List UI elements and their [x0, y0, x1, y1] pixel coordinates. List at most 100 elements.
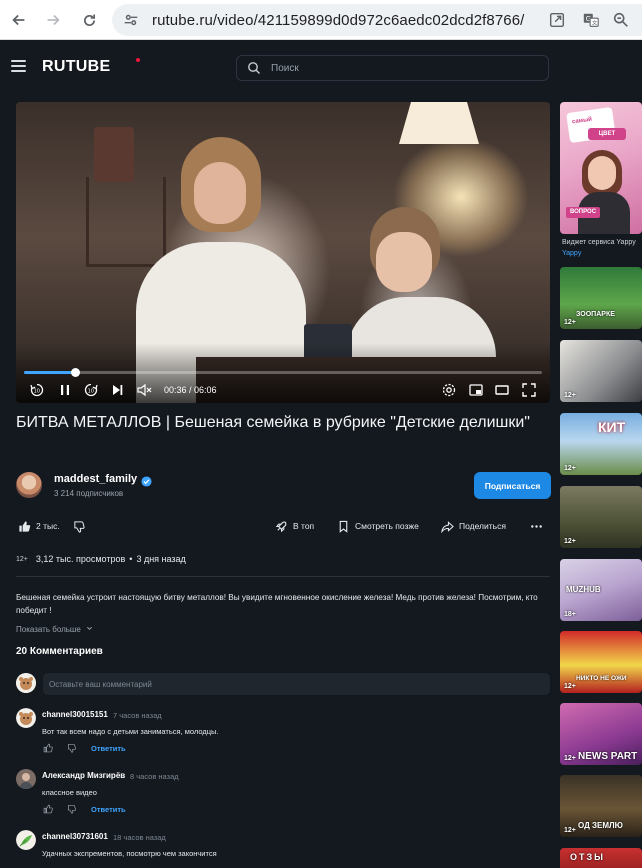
comment-author[interactable]: channel30731601: [42, 832, 108, 841]
video-thumbnail[interactable]: ОТЗЫ: [560, 848, 642, 868]
search-icon[interactable]: [247, 61, 261, 75]
zoom-icon[interactable]: [612, 11, 630, 29]
age-badge: 12+: [564, 827, 576, 834]
rewind-10-icon[interactable]: 10: [29, 382, 45, 398]
more-options-button[interactable]: [530, 518, 548, 534]
comment-avatar[interactable]: [16, 830, 36, 850]
comment-text: Удачных экспрементов, посмотрю чем закон…: [42, 849, 217, 858]
comment-text: классное видео: [42, 788, 97, 797]
video-thumbnail[interactable]: 12+: [560, 340, 642, 402]
comment-actions: Ответить: [43, 743, 126, 753]
chevron-down-icon: [87, 626, 93, 631]
current-user-avatar: [16, 673, 36, 693]
ad-thumbnail[interactable]: самый ЦВЕТ ВОПРОС: [560, 102, 642, 234]
watch-later-button[interactable]: Смотреть позже: [337, 518, 419, 534]
fullscreen-icon[interactable]: [521, 382, 537, 398]
mute-icon[interactable]: [136, 382, 152, 398]
view-count: 3,12 тыс. просмотров: [35, 554, 126, 564]
video-thumbnail[interactable]: 12+: [560, 486, 642, 548]
comment-time: 18 часов назад: [113, 833, 166, 842]
more-dots-icon: [531, 524, 542, 528]
video-meta: 12+ 3,12 тыс. просмотров • 3 дня назад: [16, 552, 186, 566]
share-icon: [441, 520, 454, 533]
open-in-app-icon[interactable]: [548, 11, 566, 29]
bookmark-icon: [339, 520, 348, 533]
comment-time: 7 часов назад: [113, 711, 162, 720]
like-button[interactable]: 2 тыс.: [18, 518, 60, 534]
rutube-logo[interactable]: RUTUBE: [42, 58, 110, 76]
ad-overlay-badge: ЦВЕТ: [588, 128, 626, 140]
video-thumbnail[interactable]: НИКТО НЕ ОЖИ 12+: [560, 631, 642, 693]
next-icon[interactable]: [109, 382, 125, 398]
video-thumbnail[interactable]: ОД ЗЕМЛЮ 12+: [560, 775, 642, 837]
comment-input[interactable]: [43, 673, 550, 695]
site-settings-icon[interactable]: [122, 11, 140, 29]
comment-text: Вот так всем надо с детьми заниматься, м…: [42, 727, 219, 736]
ad-title[interactable]: Виджет сервиса Yappy: [562, 239, 636, 246]
comment-avatar[interactable]: [16, 708, 36, 728]
recommendations-rail: самый ЦВЕТ ВОПРОС Виджет сервиса Yappy Y…: [560, 102, 642, 868]
forward-10-icon[interactable]: 10: [83, 382, 99, 398]
like-count: 2 тыс.: [36, 521, 60, 531]
svg-text:文: 文: [592, 19, 598, 27]
address-bar[interactable]: rutube.ru/video/421159899d0d972c6aedc02d…: [112, 4, 642, 36]
boy-face-shape: [376, 232, 432, 292]
reply-button[interactable]: Ответить: [91, 805, 126, 814]
comment-avatar[interactable]: [16, 769, 36, 789]
reply-button[interactable]: Ответить: [91, 744, 126, 753]
video-thumbnail[interactable]: ЗООПАРКЕ 12+: [560, 267, 642, 329]
video-thumbnail[interactable]: КИТ 12+: [560, 413, 642, 475]
shelf-shape: [94, 127, 134, 182]
video-description: Бешеная семейка устроит настоящую битву …: [16, 593, 538, 615]
age-badge: 12+: [564, 683, 576, 690]
menu-icon[interactable]: [11, 60, 26, 72]
channel-name[interactable]: maddest_family: [54, 473, 137, 485]
show-more-link[interactable]: Показать больше: [16, 625, 93, 634]
age-badge: 12+: [564, 538, 576, 545]
back-icon[interactable]: [8, 9, 30, 31]
pause-icon[interactable]: [57, 382, 73, 398]
channel-avatar[interactable]: [16, 472, 42, 498]
subscribe-button[interactable]: Подписаться: [474, 472, 551, 499]
site-header: RUTUBE: [0, 40, 642, 92]
progress-knob[interactable]: [70, 368, 80, 377]
thumbs-down-icon[interactable]: [67, 804, 77, 814]
thumbnail-caption: MUZHUB: [566, 585, 601, 594]
svg-text:10: 10: [34, 389, 40, 395]
comment-time: 8 часов назад: [130, 772, 179, 781]
to-top-label: В топ: [293, 521, 315, 531]
forward-icon[interactable]: [42, 9, 64, 31]
woman-face-shape: [194, 162, 246, 224]
share-button[interactable]: Поделиться: [441, 518, 506, 534]
timecode: 00:36 / 06:06: [164, 385, 217, 395]
comment-author[interactable]: channel30015151: [42, 710, 108, 719]
to-top-button[interactable]: В топ: [275, 518, 314, 534]
reload-icon[interactable]: [78, 9, 100, 31]
search-box[interactable]: [236, 55, 549, 81]
url-text[interactable]: rutube.ru/video/421159899d0d972c6aedc02d…: [152, 12, 524, 29]
ad-source[interactable]: Yappy: [562, 250, 581, 257]
comment-author[interactable]: Александр Мизгирёв: [42, 771, 125, 780]
watch-later-label: Смотреть позже: [355, 521, 419, 531]
comments-heading: 20 Комментариев: [16, 646, 103, 657]
thumbs-down-icon[interactable]: [67, 743, 77, 753]
thumbs-up-icon[interactable]: [43, 804, 53, 814]
publish-date: 3 дня назад: [136, 554, 186, 564]
person-face-shape: [588, 156, 616, 190]
browser-toolbar: rutube.ru/video/421159899d0d972c6aedc02d…: [0, 0, 642, 40]
video-thumbnail[interactable]: MUZHUB 18+: [560, 559, 642, 621]
video-player[interactable]: 10 10 00:36 / 06:06: [16, 102, 550, 403]
dislike-button[interactable]: [73, 518, 91, 534]
thumbs-up-icon: [19, 520, 31, 532]
picture-in-picture-icon[interactable]: [468, 382, 484, 398]
translate-icon[interactable]: G文: [582, 11, 600, 29]
thumbnail-caption: НИКТО НЕ ОЖИ: [576, 675, 627, 682]
thumbs-up-icon[interactable]: [43, 743, 53, 753]
search-input[interactable]: [271, 60, 531, 76]
age-badge: 12+: [564, 465, 576, 472]
age-badge: 18+: [564, 611, 576, 618]
video-thumbnail[interactable]: NEWS PART 12+: [560, 703, 642, 765]
settings-icon[interactable]: [441, 382, 457, 398]
theater-mode-icon[interactable]: [494, 382, 510, 398]
progress-bar[interactable]: [24, 368, 542, 377]
